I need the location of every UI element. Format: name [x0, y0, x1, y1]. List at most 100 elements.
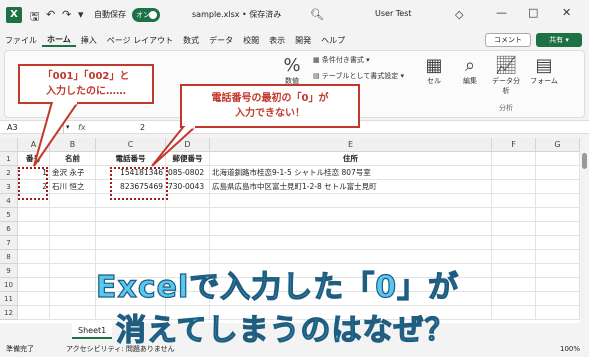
cell-B11[interactable] [50, 292, 96, 306]
data-analysis-button[interactable]: 📈︎ データ分析 [489, 55, 523, 96]
cell-B12[interactable] [50, 306, 96, 320]
cell-A9[interactable] [18, 264, 50, 278]
search-icon[interactable]: 🔍︎ [310, 8, 324, 21]
row-header-10[interactable]: 10 [0, 278, 18, 292]
cell-F12[interactable] [492, 306, 536, 320]
cell-B6[interactable] [50, 222, 96, 236]
undo-icon[interactable]: ↶ [46, 8, 55, 21]
column-header-G[interactable]: G [536, 138, 580, 152]
cell-B7[interactable] [50, 236, 96, 250]
cell-E4[interactable] [210, 194, 492, 208]
row-header-7[interactable]: 7 [0, 236, 18, 250]
cell-E5[interactable] [210, 208, 492, 222]
cell-E1[interactable]: 住所 [210, 152, 492, 166]
minimize-icon[interactable]: — [496, 6, 507, 19]
cell-C7[interactable] [96, 236, 166, 250]
cell-A11[interactable] [18, 292, 50, 306]
row-header-4[interactable]: 4 [0, 194, 18, 208]
cell-G7[interactable] [536, 236, 580, 250]
cell-G1[interactable] [536, 152, 580, 166]
cell-E3[interactable]: 広島県広島市中区富士見町1-2-8 セトル富士見町 [210, 180, 492, 194]
cell-F4[interactable] [492, 194, 536, 208]
scroll-thumb[interactable] [582, 153, 587, 169]
cell-G2[interactable] [536, 166, 580, 180]
row-header-12[interactable]: 12 [0, 306, 18, 320]
row-header-3[interactable]: 3 [0, 180, 18, 194]
menu-tab-3[interactable]: ページ レイアウト [102, 35, 178, 46]
menu-tab-4[interactable]: 数式 [178, 35, 204, 46]
cell-D5[interactable] [166, 208, 210, 222]
cell-B3[interactable]: 石川 恒之 [50, 180, 96, 194]
cell-F9[interactable] [492, 264, 536, 278]
cell-A6[interactable] [18, 222, 50, 236]
cell-G11[interactable] [536, 292, 580, 306]
row-header-9[interactable]: 9 [0, 264, 18, 278]
row-header-1[interactable]: 1 [0, 152, 18, 166]
cell-G9[interactable] [536, 264, 580, 278]
cell-A10[interactable] [18, 278, 50, 292]
row-header-11[interactable]: 11 [0, 292, 18, 306]
column-header-F[interactable]: F [492, 138, 536, 152]
editing-button[interactable]: ⌕ 編集 [455, 55, 485, 86]
cell-F6[interactable] [492, 222, 536, 236]
cell-F3[interactable] [492, 180, 536, 194]
row-header-5[interactable]: 5 [0, 208, 18, 222]
select-all-corner[interactable] [0, 138, 18, 152]
column-header-E[interactable]: E [210, 138, 492, 152]
autosave-toggle[interactable]: オン [132, 8, 160, 22]
cell-B5[interactable] [50, 208, 96, 222]
user-name[interactable]: User Test [375, 9, 412, 18]
menu-tab-5[interactable]: データ [204, 35, 238, 46]
form-button[interactable]: ▤ フォーム [527, 55, 561, 86]
zoom-level[interactable]: 100% [560, 341, 580, 357]
menu-tab-8[interactable]: 開発 [290, 35, 316, 46]
cell-G3[interactable] [536, 180, 580, 194]
cell-A12[interactable] [18, 306, 50, 320]
conditional-format-button[interactable]: ▦ 条件付き書式 ▾ [313, 55, 370, 65]
cell-G12[interactable] [536, 306, 580, 320]
cell-G4[interactable] [536, 194, 580, 208]
document-title[interactable]: sample.xlsx • 保存済み [192, 9, 281, 20]
cell-B8[interactable] [50, 250, 96, 264]
cell-E6[interactable] [210, 222, 492, 236]
diamond-icon[interactable]: ◇ [455, 8, 463, 21]
cell-F1[interactable] [492, 152, 536, 166]
vertical-scrollbar[interactable] [580, 138, 589, 323]
cell-D7[interactable] [166, 236, 210, 250]
cell-E2[interactable]: 北海道釧路市桂恋9-1-5 シャトル桂恋 807号室 [210, 166, 492, 180]
comment-button[interactable]: コメント [485, 33, 531, 47]
cell-G5[interactable] [536, 208, 580, 222]
menu-tab-6[interactable]: 校閲 [238, 35, 264, 46]
cell-B4[interactable] [50, 194, 96, 208]
row-header-2[interactable]: 2 [0, 166, 18, 180]
menu-tab-9[interactable]: ヘルプ [316, 35, 350, 46]
cell-F2[interactable] [492, 166, 536, 180]
cell-A8[interactable] [18, 250, 50, 264]
cell-G10[interactable] [536, 278, 580, 292]
row-header-6[interactable]: 6 [0, 222, 18, 236]
cell-G8[interactable] [536, 250, 580, 264]
cell-F10[interactable] [492, 278, 536, 292]
redo-icon[interactable]: ↷ [62, 8, 71, 21]
table-format-button[interactable]: ▤ テーブルとして書式設定 ▾ [313, 71, 404, 81]
cell-F8[interactable] [492, 250, 536, 264]
close-icon[interactable]: ✕ [562, 6, 571, 19]
cell-D4[interactable] [166, 194, 210, 208]
cell-A5[interactable] [18, 208, 50, 222]
formula-input[interactable]: 2 [140, 121, 145, 134]
cell-B2[interactable]: 金沢 永子 [50, 166, 96, 180]
cell-B9[interactable] [50, 264, 96, 278]
cell-C5[interactable] [96, 208, 166, 222]
number-format-button[interactable]: % 数値 [277, 55, 307, 86]
cells-button[interactable]: ▦ セル [419, 55, 449, 86]
maximize-icon[interactable]: □ [528, 6, 538, 19]
cell-D3[interactable]: 730-0043 [166, 180, 210, 194]
row-header-8[interactable]: 8 [0, 250, 18, 264]
cell-F11[interactable] [492, 292, 536, 306]
sheet-tab[interactable]: Sheet1 [72, 323, 112, 339]
cell-D6[interactable] [166, 222, 210, 236]
save-icon[interactable]: 🖫 [30, 8, 39, 27]
cell-G6[interactable] [536, 222, 580, 236]
menu-tab-1[interactable]: ホーム [42, 34, 76, 47]
customize-qat-icon[interactable]: ▾ [78, 8, 84, 21]
